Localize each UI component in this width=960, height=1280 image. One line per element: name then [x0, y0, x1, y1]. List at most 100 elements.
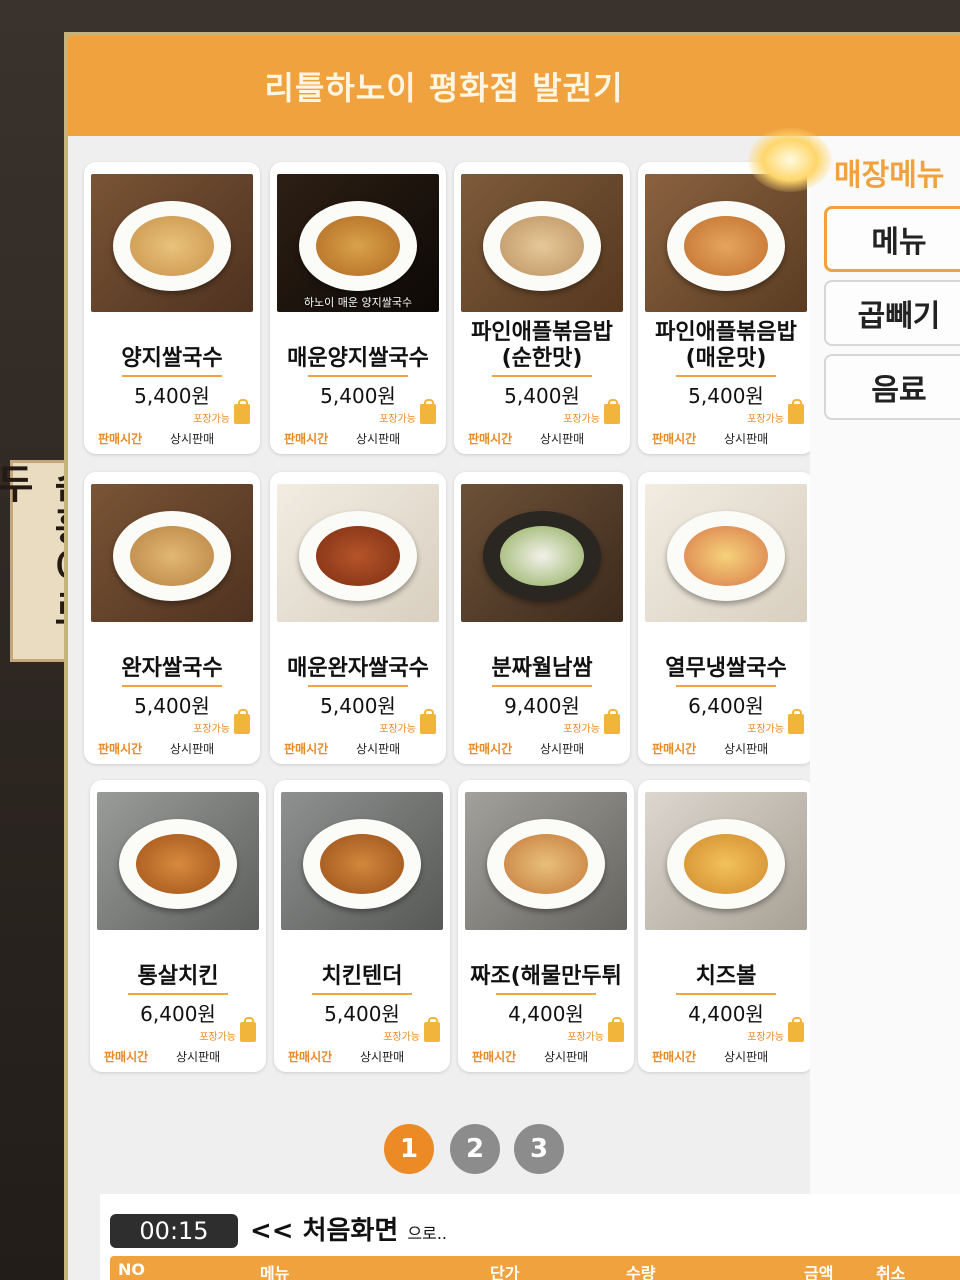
takeout-label: 포장가능 — [747, 724, 784, 735]
name-underline — [128, 993, 228, 995]
sale-time-label: 판매시간 — [652, 742, 697, 756]
page-button-3[interactable]: 3 — [514, 1124, 564, 1174]
sale-time-label: 판매시간 — [104, 1050, 149, 1064]
menu-grid: 양지쌀국수 5,400원 포장가능 판매시간 상시판매 하노이 매운 양지쌀국수… — [80, 158, 814, 1118]
sale-time-value: 상시판매 — [724, 1050, 769, 1064]
menu-card[interactable]: 파인애플볶음밥(순한맛) 5,400원 포장가능 판매시간 상시판매 — [454, 162, 630, 454]
col-quantity: 수량 — [626, 1264, 656, 1280]
takeout-bag-icon — [420, 399, 436, 424]
menu-photo — [281, 792, 443, 930]
category-button-drinks[interactable]: 음료 — [824, 354, 960, 420]
menu-name: 파인애플볶음밥(순한맛) — [471, 320, 613, 371]
sale-time-value: 상시판매 — [544, 1050, 589, 1064]
takeout-label: 포장가능 — [199, 1032, 236, 1043]
home-arrow-icon: << — [250, 1216, 294, 1246]
sale-time-value: 상시판매 — [540, 742, 585, 756]
sale-time-label: 판매시간 — [652, 1050, 697, 1064]
menu-card[interactable]: 하노이 매운 양지쌀국수 매운양지쌀국수 5,400원 포장가능 판매시간 상시… — [270, 162, 446, 454]
takeout-bag-icon — [788, 709, 804, 734]
sale-time-value: 상시판매 — [170, 432, 215, 446]
name-underline — [492, 685, 592, 687]
takeout-bag-icon — [234, 709, 250, 734]
menu-card[interactable]: 치킨텐더 5,400원 포장가능 판매시간 상시판매 — [274, 780, 450, 1072]
page-title: 리틀하노이 평화점 발권기 — [264, 69, 624, 107]
menu-photo — [645, 792, 807, 930]
menu-card[interactable]: 통살치킨 6,400원 포장가능 판매시간 상시판매 — [90, 780, 266, 1072]
takeout-bag-icon — [788, 399, 804, 424]
menu-name: 짜조(해물만두튀 — [470, 964, 622, 989]
menu-name: 파인애플볶음밥(매운맛) — [655, 320, 797, 371]
menu-card[interactable]: 파인애플볶음밥(매운맛) 5,400원 포장가능 판매시간 상시판매 — [638, 162, 814, 454]
menu-photo: 하노이 매운 양지쌀국수 — [277, 174, 439, 312]
takeout-label: 포장가능 — [747, 1032, 784, 1043]
countdown-timer: 00:15 — [110, 1214, 238, 1248]
menu-photo — [461, 174, 623, 312]
menu-card[interactable]: 열무냉쌀국수 6,400원 포장가능 판매시간 상시판매 — [638, 472, 814, 764]
takeout-bag-icon — [788, 1017, 804, 1042]
category-button-large[interactable]: 곱빼기 — [824, 280, 960, 346]
menu-name: 열무냉쌀국수 — [665, 656, 787, 681]
menu-name: 완자쌀국수 — [121, 656, 223, 681]
col-cancel: 취소 — [876, 1264, 906, 1280]
menu-name: 치즈볼 — [695, 964, 757, 989]
menu-card[interactable]: 치즈볼 4,400원 포장가능 판매시간 상시판매 — [638, 780, 814, 1072]
menu-photo — [277, 484, 439, 622]
menu-photo — [645, 484, 807, 622]
name-underline — [308, 685, 408, 687]
sale-time-value: 상시판매 — [540, 432, 585, 446]
kiosk-screen: 리틀하노이 평화점 발권기 양지쌀국수 5,400원 포장가능 판매시간 상시판… — [64, 32, 960, 1280]
takeout-bag-icon — [424, 1017, 440, 1042]
takeout-label: 포장가능 — [193, 724, 230, 735]
menu-photo — [461, 484, 623, 622]
menu-card[interactable]: 완자쌀국수 5,400원 포장가능 판매시간 상시판매 — [84, 472, 260, 764]
menu-photo — [97, 792, 259, 930]
page-button-1[interactable]: 1 — [384, 1124, 434, 1174]
col-menu: 메뉴 — [260, 1264, 290, 1280]
col-amount: 금액 — [804, 1264, 834, 1280]
menu-name: 양지쌀국수 — [121, 346, 223, 371]
menu-card[interactable]: 분짜월남쌈 9,400원 포장가능 판매시간 상시판매 — [454, 472, 630, 764]
photo-caption: 하노이 매운 양지쌀국수 — [303, 296, 413, 309]
takeout-label: 포장가능 — [383, 1032, 420, 1043]
home-label: 처음화면 — [302, 1216, 399, 1246]
name-underline — [496, 993, 596, 995]
home-button[interactable]: << 처음화면 으로.. — [250, 1210, 447, 1247]
takeout-label: 포장가능 — [563, 724, 600, 735]
order-table-header: NO 메뉴 단가 수량 금액 취소 — [110, 1256, 960, 1280]
sale-time-value: 상시판매 — [724, 742, 769, 756]
takeout-bag-icon — [420, 709, 436, 734]
category-panel: 매장메뉴 메뉴 곱빼기 음료 — [810, 136, 960, 1196]
name-underline — [312, 993, 412, 995]
menu-card[interactable]: 짜조(해물만두튀 4,400원 포장가능 판매시간 상시판매 — [458, 780, 634, 1072]
sale-time-label: 판매시간 — [98, 432, 143, 446]
takeout-label: 포장가능 — [747, 414, 784, 425]
takeout-bag-icon — [234, 399, 250, 424]
menu-card[interactable]: 양지쌀국수 5,400원 포장가능 판매시간 상시판매 — [84, 162, 260, 454]
home-suffix: 으로.. — [407, 1224, 448, 1243]
takeout-bag-icon — [604, 399, 620, 424]
sale-time-label: 판매시간 — [468, 432, 513, 446]
category-button-menu[interactable]: 메뉴 — [824, 206, 960, 272]
page-button-2[interactable]: 2 — [450, 1124, 500, 1174]
menu-photo — [465, 792, 627, 930]
order-bar: 00:15 << 처음화면 으로.. NO 메뉴 단가 수량 금액 취소 — [100, 1194, 960, 1280]
sale-time-value: 상시판매 — [360, 1050, 405, 1064]
takeout-label: 포장가능 — [379, 724, 416, 735]
takeout-bag-icon — [604, 709, 620, 734]
category-panel-title: 매장메뉴 — [834, 158, 945, 193]
wooden-sign: 손흥이로두 — [0, 460, 93, 662]
takeout-bag-icon — [608, 1017, 624, 1042]
menu-photo — [645, 174, 807, 312]
sale-time-label: 판매시간 — [288, 1050, 333, 1064]
menu-name: 매운양지쌀국수 — [287, 346, 429, 371]
sale-time-value: 상시판매 — [356, 742, 401, 756]
sale-time-value: 상시판매 — [356, 432, 401, 446]
takeout-label: 포장가능 — [379, 414, 416, 425]
sale-time-label: 판매시간 — [284, 432, 329, 446]
takeout-label: 포장가능 — [567, 1032, 604, 1043]
name-underline — [122, 685, 222, 687]
sale-time-label: 판매시간 — [468, 742, 513, 756]
sale-time-value: 상시판매 — [170, 742, 215, 756]
menu-card[interactable]: 매운완자쌀국수 5,400원 포장가능 판매시간 상시판매 — [270, 472, 446, 764]
menu-name: 매운완자쌀국수 — [287, 656, 429, 681]
